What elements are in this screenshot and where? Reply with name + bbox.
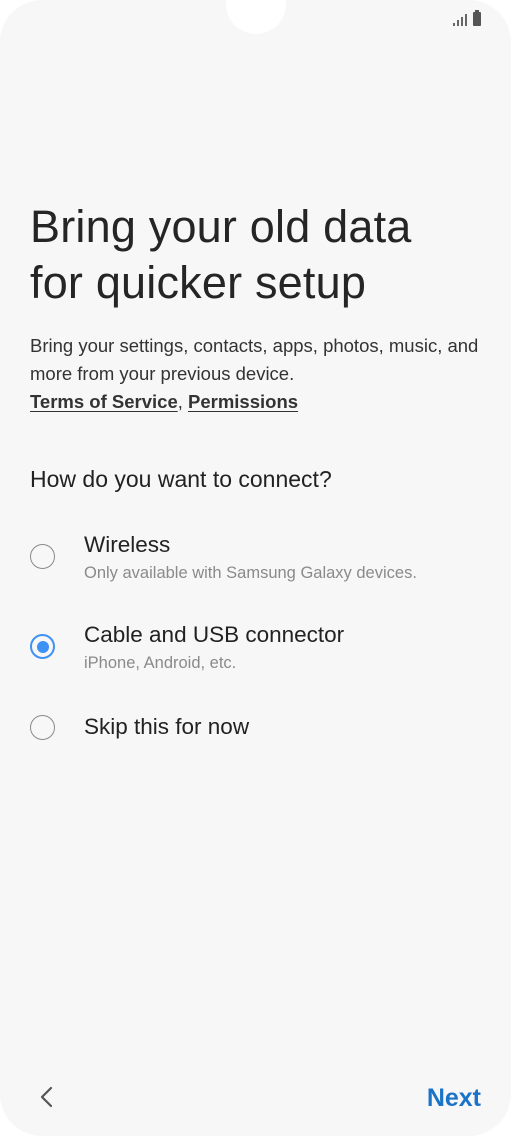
- back-button[interactable]: [34, 1083, 62, 1111]
- signal-icon: [453, 13, 467, 26]
- option-wireless-subtitle: Only available with Samsung Galaxy devic…: [84, 564, 417, 582]
- option-cable-usb-subtitle: iPhone, Android, etc.: [84, 654, 237, 672]
- option-cable-usb[interactable]: Cable and USB connector iPhone, Android,…: [0, 618, 511, 682]
- link-separator: ,: [177, 391, 183, 412]
- connect-question: How do you want to connect?: [30, 466, 332, 492]
- next-button[interactable]: Next: [427, 1081, 481, 1115]
- permissions-link[interactable]: Permissions: [188, 391, 298, 412]
- radio-cable-usb[interactable]: [30, 634, 55, 659]
- option-wireless-title: Wireless: [84, 532, 171, 557]
- radio-skip[interactable]: [30, 715, 55, 740]
- page-title-line2: for quicker setup: [30, 257, 367, 308]
- battery-icon: [473, 10, 481, 26]
- phone-screen: Bring your old data for quicker setup Br…: [0, 0, 511, 1136]
- page-title-line1: Bring your old data: [30, 201, 412, 252]
- page-description: Bring your settings, contacts, apps, pho…: [30, 335, 479, 384]
- status-bar: [453, 10, 481, 26]
- chevron-left-icon: [40, 1086, 53, 1108]
- legal-links: Terms of Service, Permissions: [30, 388, 298, 416]
- option-skip-title: Skip this for now: [84, 714, 250, 739]
- option-wireless[interactable]: Wireless Only available with Samsung Gal…: [0, 528, 511, 592]
- camera-notch: [226, 0, 286, 34]
- page-title: Bring your old data for quicker setup: [30, 199, 490, 311]
- radio-wireless[interactable]: [30, 544, 55, 569]
- option-cable-usb-title: Cable and USB connector: [84, 622, 345, 647]
- option-skip[interactable]: Skip this for now: [0, 708, 511, 748]
- terms-of-service-link[interactable]: Terms of Service: [30, 391, 178, 412]
